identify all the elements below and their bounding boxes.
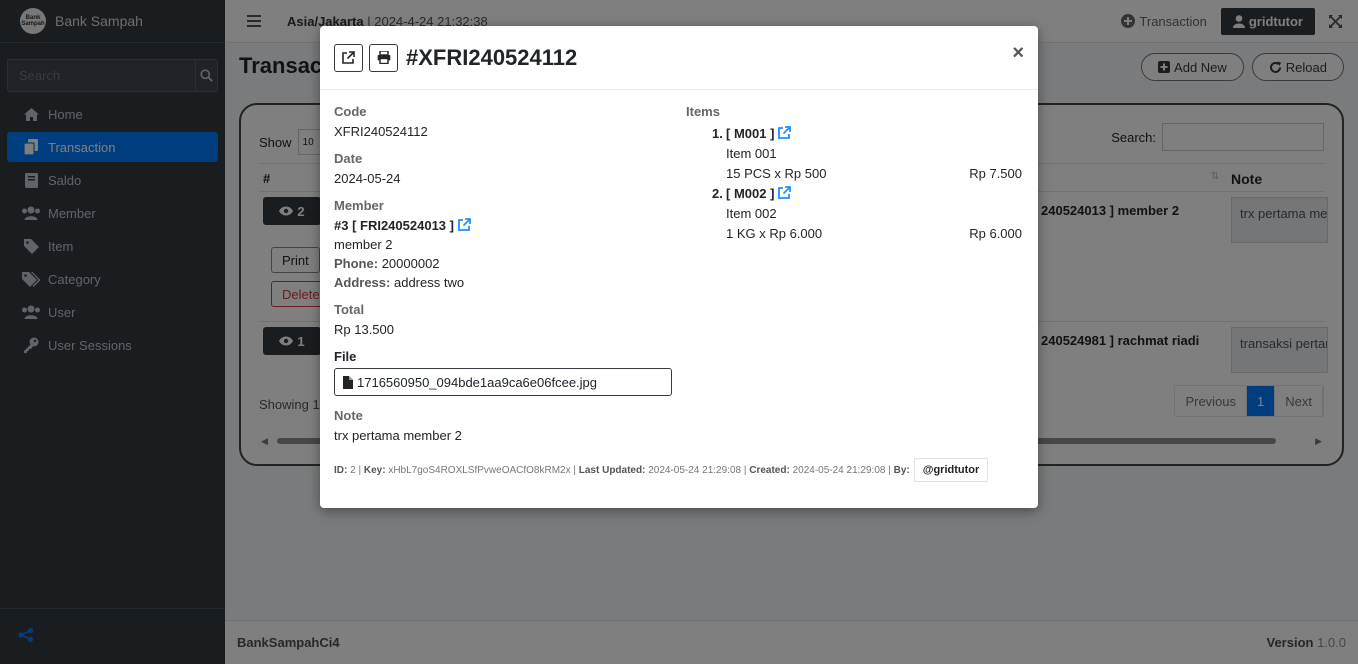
close-icon[interactable]: ×	[1012, 42, 1024, 65]
item-code: [ M002 ]	[726, 186, 775, 201]
transaction-detail-modal: #XFRI240524112 × Code XFRI240524112 Date…	[320, 26, 1038, 508]
transaction-details: Code XFRI240524112 Date 2024-05-24 Membe…	[334, 104, 674, 443]
item-qty: 1 KG x Rp 6.000	[726, 226, 823, 241]
phone-value: 20000002	[381, 256, 440, 271]
modal-title: #XFRI240524112	[406, 44, 578, 70]
file-icon	[343, 375, 353, 389]
meta-id-value: 2	[350, 464, 356, 476]
meta-key-label: Key:	[363, 464, 386, 476]
item-qty-row: 15 PCS x Rp 500 Rp 7.500	[726, 166, 1022, 181]
meta-updated-value: 2024-05-24 21:29:08	[648, 464, 742, 476]
member-address: Address: address two	[334, 275, 674, 290]
member-code-text: #3 [ FRI240524013 ]	[334, 218, 454, 233]
member-name: member 2	[334, 237, 393, 252]
file-label: File	[334, 349, 357, 364]
code-value: XFRI240524112	[334, 124, 428, 139]
phone-label: Phone:	[334, 256, 379, 271]
total-value: Rp 13.500	[334, 322, 394, 337]
meta-created-value: 2024-05-24 21:29:08	[792, 464, 886, 476]
item-name: Item 001	[726, 146, 777, 161]
total-label: Total	[334, 302, 365, 317]
member-label: Member	[334, 198, 384, 213]
items-list: 1. [ M001 ] Item 001 15 PCS x Rp 500 Rp 7…	[686, 126, 1026, 241]
note-value: trx pertama member 2	[334, 428, 462, 443]
date-value: 2024-05-24	[334, 171, 401, 186]
item-subtotal: Rp 7.500	[969, 166, 1022, 181]
file-name: 1716560950_094bde1aa9ca6e06fcee.jpg	[357, 374, 598, 390]
member-code: #3 [ FRI240524013 ]	[334, 218, 674, 233]
meta-updated-label: Last Updated:	[578, 464, 646, 476]
member-phone: Phone: 20000002	[334, 256, 674, 271]
item-qty: 15 PCS x Rp 500	[726, 166, 827, 181]
list-item: 1. [ M001 ] Item 001 15 PCS x Rp 500 Rp 7…	[686, 126, 1026, 181]
meta-created-label: Created:	[749, 464, 790, 476]
items-section: Items 1. [ M001 ] Item 001 15 PCS x Rp 5…	[686, 104, 1026, 241]
file-attachment[interactable]: 1716560950_094bde1aa9ca6e06fcee.jpg	[334, 368, 672, 396]
external-link-icon[interactable]	[778, 126, 792, 139]
item-number: 1.	[712, 126, 723, 141]
date-label: Date	[334, 151, 363, 166]
external-link-icon[interactable]	[458, 218, 471, 231]
open-external-button[interactable]	[334, 43, 363, 72]
item-code: [ M001 ]	[726, 126, 775, 141]
print-icon	[377, 51, 390, 64]
items-label: Items	[686, 104, 720, 119]
code-label: Code	[334, 104, 367, 119]
address-value: address two	[393, 275, 465, 290]
item-name: Item 002	[726, 206, 777, 221]
meta-key-value: xHbL7goS4ROXLSfPvweOACfO8kRM2x	[388, 464, 571, 476]
item-subtotal: Rp 6.000	[969, 226, 1022, 241]
item-number: 2.	[712, 186, 723, 201]
record-metadata: ID: 2 | Key: xHbL7goS4ROXLSfPvweOACfO8kR…	[334, 458, 989, 482]
print-modal-button[interactable]	[369, 43, 398, 72]
list-item: 2. [ M002 ] Item 002 1 KG x Rp 6.000 Rp 6…	[686, 186, 1026, 241]
item-qty-row: 1 KG x Rp 6.000 Rp 6.000	[726, 226, 1022, 241]
address-label: Address:	[334, 275, 391, 290]
external-link-icon[interactable]	[778, 186, 792, 199]
note-label: Note	[334, 408, 363, 423]
external-link-icon	[342, 51, 355, 64]
author-badge[interactable]: @gridtutor	[913, 458, 989, 482]
meta-id-label: ID:	[334, 464, 348, 476]
meta-by-label: By:	[893, 464, 910, 476]
modal-header: #XFRI240524112	[320, 26, 1038, 90]
